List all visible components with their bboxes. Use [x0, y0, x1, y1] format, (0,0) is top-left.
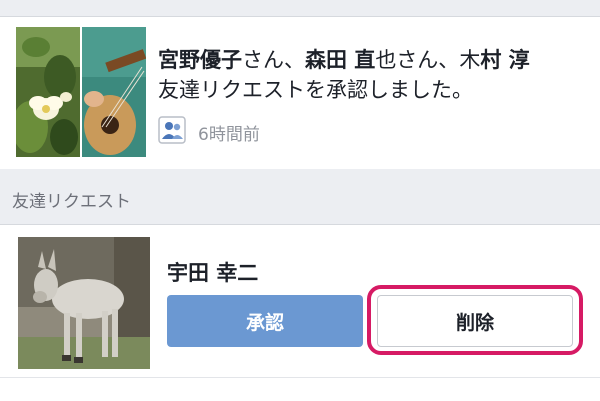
notification-time: 6時間前	[198, 124, 260, 145]
flower-photo	[16, 27, 80, 157]
section-header: 友達リクエスト	[0, 176, 600, 220]
friend-request-card: 宇田 幸二 承認 削除	[0, 224, 600, 401]
friend-name-2[interactable]: 森田 直	[305, 48, 375, 72]
divider	[0, 377, 600, 378]
profile-photo[interactable]	[18, 237, 150, 369]
friends-icon	[158, 116, 186, 148]
notification-card[interactable]: 宮野優子さん、森田 直也さん、木村 淳 友達リクエストを承認しました。 6時間前	[0, 16, 600, 169]
requester-name[interactable]: 宇田 幸二	[167, 257, 258, 287]
notification-message: 友達リクエストを承認しました。	[158, 78, 473, 102]
notification-thumbnails	[16, 27, 146, 157]
friend-name-1[interactable]: 宮野優子	[158, 48, 242, 72]
guitar-photo	[82, 27, 146, 157]
confirm-button[interactable]: 承認	[167, 295, 363, 347]
notification-text: 宮野優子さん、森田 直也さん、木村 淳 友達リクエストを承認しました。	[158, 45, 600, 105]
notification-meta: 6時間前	[158, 116, 260, 148]
section-title: 友達リクエスト	[12, 192, 131, 212]
friend-name-3[interactable]: 村 淳	[480, 48, 529, 72]
delete-button[interactable]: 削除	[377, 295, 573, 347]
